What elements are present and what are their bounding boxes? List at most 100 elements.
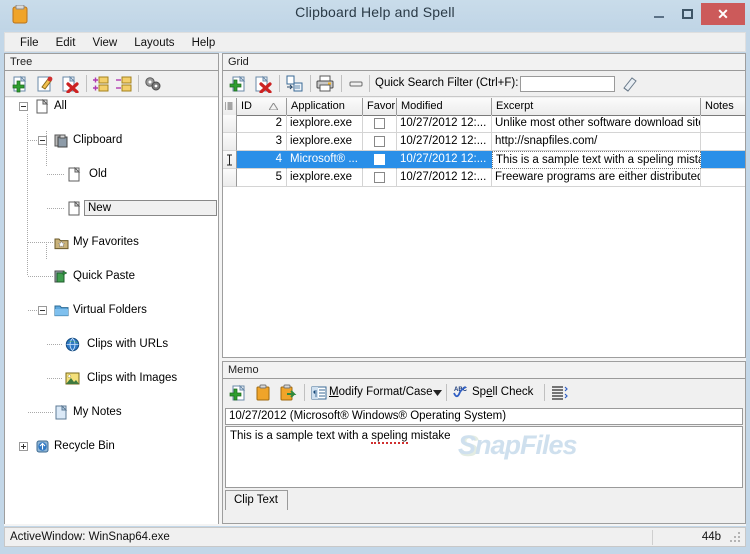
eraser-icon[interactable] <box>621 75 639 93</box>
cell-favorite[interactable] <box>363 115 397 133</box>
clips-grid[interactable]: ID Application Favor Modified Excerpt No… <box>223 98 745 357</box>
expander-icon[interactable] <box>19 442 28 451</box>
maximize-button[interactable] <box>673 3 701 25</box>
search-input[interactable] <box>520 76 615 92</box>
column-header-favor[interactable]: Favor <box>363 98 397 115</box>
collapse-all-icon[interactable] <box>115 75 133 93</box>
status-divider <box>652 530 653 545</box>
memo-text-before: This is a sample text with a <box>230 430 372 442</box>
new-clip-icon[interactable] <box>229 75 247 93</box>
tree-panel-header: Tree <box>5 54 218 71</box>
spell-check-icon[interactable]: ABC <box>452 384 470 402</box>
tree-item-all[interactable]: All <box>5 98 218 115</box>
tree-item-virtual-folders[interactable]: Virtual Folders <box>5 302 218 319</box>
expander-icon[interactable] <box>38 136 47 145</box>
tree-item-my-favorites[interactable]: My Favorites <box>5 234 218 251</box>
tree-item-label: All <box>54 100 67 112</box>
cell-favorite[interactable] <box>363 169 397 187</box>
folder-icon <box>54 303 69 318</box>
paste-icon[interactable] <box>254 384 272 402</box>
new-item-icon[interactable] <box>11 75 29 93</box>
column-header-notes[interactable]: Notes <box>701 98 745 115</box>
tree-panel: Tree All Clipboard Old New My Favorites … <box>4 53 219 524</box>
cell-modified: 10/27/2012 12:... <box>397 115 492 133</box>
expand-all-icon[interactable] <box>92 75 110 93</box>
export-icon[interactable] <box>279 384 297 402</box>
tree-item-label: My Notes <box>73 406 122 418</box>
spell-check-label[interactable]: Spell CheckSpell Check <box>472 386 533 398</box>
menu-item-layouts[interactable]: Layouts <box>127 36 181 50</box>
tree-item-recycle-bin[interactable]: Recycle Bin <box>5 438 218 455</box>
table-row[interactable]: 2 iexplore.exe 10/27/2012 12:... Unlike … <box>223 115 745 133</box>
column-header-id[interactable]: ID <box>237 98 287 115</box>
cell-id: 3 <box>237 133 287 151</box>
row-indicator <box>223 115 237 133</box>
memo-toolbar: ¶ MModify Format/Caseodify Format/Case A… <box>223 380 745 406</box>
tree-item-quick-paste[interactable]: Quick Paste <box>5 268 218 285</box>
tree-item-new[interactable]: New <box>5 200 218 217</box>
favorite-checkbox[interactable] <box>374 136 385 147</box>
tree-item-label: Virtual Folders <box>73 304 147 316</box>
minimize-button[interactable] <box>645 3 673 25</box>
close-button[interactable]: ✕ <box>701 3 745 25</box>
favorite-checkbox[interactable] <box>374 154 385 165</box>
tree-item-clipboard[interactable]: Clipboard <box>5 132 218 149</box>
print-icon[interactable] <box>316 75 334 93</box>
delete-clip-icon[interactable] <box>254 75 272 93</box>
minimize-grid-icon[interactable] <box>347 75 365 93</box>
modify-format-icon[interactable]: ¶ <box>310 384 328 402</box>
grid-indicator-header <box>223 98 237 115</box>
expander-icon[interactable] <box>19 102 28 111</box>
modify-format-label[interactable]: MModify Format/Caseodify Format/Case <box>329 386 433 398</box>
memo-editor[interactable]: S SnapFiles This is a sample text with a… <box>225 426 743 488</box>
cell-notes <box>701 133 745 151</box>
favorite-checkbox[interactable] <box>374 118 385 129</box>
grid-panel: Grid Quick Search Filter (Ctrl+F): ID Ap… <box>222 53 746 358</box>
cell-id: 2 <box>237 115 287 133</box>
menu-item-edit[interactable]: Edit <box>49 36 83 50</box>
tree-item-clips-with-images[interactable]: Clips with Images <box>5 370 218 387</box>
table-row[interactable]: 3 iexplore.exe 10/27/2012 12:... http://… <box>223 133 745 151</box>
edit-item-icon[interactable] <box>36 75 54 93</box>
new-memo-icon[interactable] <box>229 384 247 402</box>
options-icon[interactable] <box>144 75 162 93</box>
column-header-application[interactable]: Application <box>287 98 363 115</box>
tree-item-old[interactable]: Old <box>5 166 218 183</box>
status-active-window: ActiveWindow: WinSnap64.exe <box>10 531 170 543</box>
table-row[interactable]: 5 iexplore.exe 10/27/2012 12:... Freewar… <box>223 169 745 187</box>
menu-bar: File Edit View Layouts Help <box>4 32 746 52</box>
menu-item-help[interactable]: Help <box>185 36 223 50</box>
expander-icon[interactable] <box>38 306 47 315</box>
menu-item-view[interactable]: View <box>85 36 124 50</box>
column-header-excerpt[interactable]: Excerpt <box>492 98 701 115</box>
tree-item-rename-input[interactable]: New <box>84 200 217 216</box>
favorite-checkbox[interactable] <box>374 172 385 183</box>
move-to-icon[interactable] <box>285 75 303 93</box>
memo-body-text: This is a sample text with a speling mis… <box>230 430 451 444</box>
cell-favorite[interactable] <box>363 133 397 151</box>
cell-application: Microsoft® ... <box>287 151 363 169</box>
tree-item-my-notes[interactable]: My Notes <box>5 404 218 421</box>
cell-excerpt: Freeware programs are either distributed… <box>492 169 701 187</box>
delete-item-icon[interactable] <box>61 75 79 93</box>
close-icon: ✕ <box>717 6 729 22</box>
format-lines-icon[interactable] <box>550 384 568 402</box>
status-bar: ActiveWindow: WinSnap64.exe 44b <box>4 527 746 547</box>
cell-excerpt: http://snapfiles.com/ <box>492 133 701 151</box>
cell-favorite[interactable] <box>363 151 397 169</box>
grid-header-row: ID Application Favor Modified Excerpt No… <box>223 98 745 116</box>
cell-application: iexplore.exe <box>287 115 363 133</box>
table-row[interactable]: 4 Microsoft® ... 10/27/2012 12:... This … <box>223 151 745 169</box>
resize-grip[interactable] <box>730 532 742 544</box>
memo-panel-header: Memo <box>223 362 745 379</box>
tab-clip-text[interactable]: Clip Text <box>225 490 288 510</box>
cell-id: 5 <box>237 169 287 187</box>
tree-item-clips-with-urls[interactable]: Clips with URLs <box>5 336 218 353</box>
window-title: Clipboard Help and Spell <box>295 4 455 20</box>
tree-view[interactable]: All Clipboard Old New My Favorites Quick… <box>5 98 218 524</box>
memo-panel: Memo ¶ Modify Format/Case ABC Spell Chec… <box>222 361 746 524</box>
memo-title-line[interactable]: 10/27/2012 (Microsoft® Windows® Operatin… <box>225 408 743 425</box>
menu-item-file[interactable]: File <box>13 36 46 50</box>
column-header-modified[interactable]: Modified <box>397 98 492 115</box>
main-content: Tree All Clipboard Old New My Favorites … <box>4 53 746 526</box>
